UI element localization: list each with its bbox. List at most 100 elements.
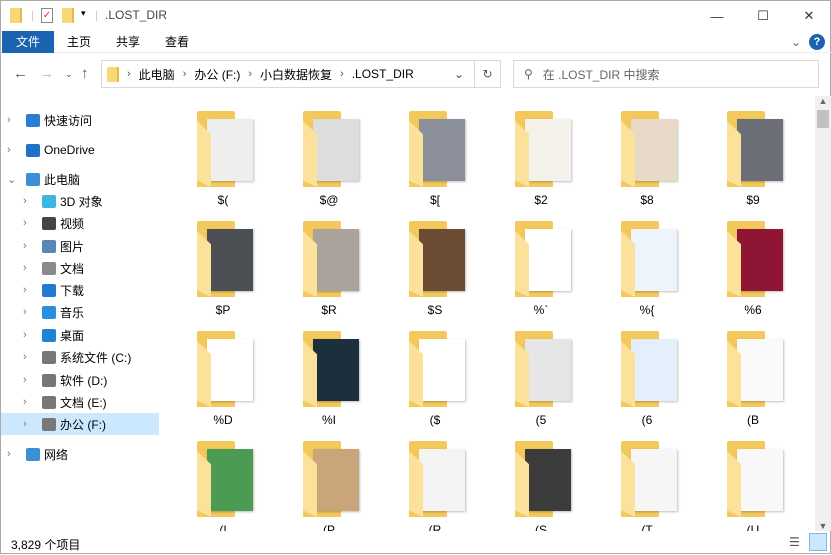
expand-chevron-icon[interactable]: › <box>23 284 27 296</box>
folder-item[interactable]: (R <box>387 441 483 531</box>
folder-item[interactable]: %D <box>175 331 271 437</box>
folder-icon <box>197 441 253 517</box>
chevron-right-icon: › <box>340 68 344 80</box>
folder-item[interactable]: (6 <box>599 331 695 437</box>
expand-chevron-icon[interactable]: ⌄ <box>7 173 16 186</box>
close-button[interactable]: ✕ <box>786 1 831 31</box>
folder-thumbnail <box>525 449 571 511</box>
sidebar-item[interactable]: › 桌面 <box>1 324 159 346</box>
customize-quick-access-icon[interactable]: ▾ <box>81 8 86 19</box>
folder-item[interactable]: $[ <box>387 111 483 217</box>
folder-name: (P <box>323 523 335 531</box>
recent-locations-button[interactable]: ⌄ <box>65 69 73 80</box>
sidebar-item[interactable]: ⌄ 此电脑 <box>1 168 159 190</box>
forward-button[interactable]: → <box>39 65 54 82</box>
folder-thumbnail <box>525 229 571 291</box>
folder-thumbnail <box>313 229 359 291</box>
folder-icon <box>197 111 253 187</box>
folder-item[interactable]: $S <box>387 221 483 327</box>
scroll-down-arrow[interactable]: ▼ <box>815 521 831 531</box>
expand-chevron-icon[interactable]: › <box>23 329 27 341</box>
sidebar-item[interactable]: › 网络 <box>1 443 159 465</box>
sidebar-item[interactable]: › 视频 <box>1 212 159 234</box>
address-bar[interactable]: › 此电脑 › 办公 (F:) › 小白数据恢复 › .LOST_DIR ⌄ <box>101 60 475 88</box>
folder-item[interactable]: (5 <box>493 331 589 437</box>
folder-item[interactable]: %{ <box>599 221 695 327</box>
sidebar-item[interactable]: › 快速访问 <box>1 109 159 131</box>
folder-item[interactable]: $P <box>175 221 271 327</box>
drive-icon <box>42 417 56 431</box>
folder-item[interactable]: $9 <box>705 111 801 217</box>
expand-chevron-icon[interactable]: › <box>23 396 27 408</box>
folder-item[interactable]: %6 <box>705 221 801 327</box>
sidebar-item[interactable]: › 软件 (D:) <box>1 369 159 391</box>
expand-chevron-icon[interactable]: › <box>7 448 11 460</box>
tab-view[interactable]: 查看 <box>155 31 199 53</box>
expand-chevron-icon[interactable]: › <box>23 351 27 363</box>
new-folder-icon[interactable] <box>62 8 74 23</box>
folder-item[interactable]: %I <box>281 331 377 437</box>
large-icons-view-button[interactable] <box>809 533 827 551</box>
folder-item[interactable]: (U <box>705 441 801 531</box>
tab-share[interactable]: 共享 <box>106 31 150 53</box>
sidebar-item[interactable]: › 3D 对象 <box>1 190 159 212</box>
details-view-button[interactable]: ☰ <box>789 535 800 549</box>
scrollbar-thumb[interactable] <box>817 110 829 128</box>
folder-name: (6 <box>641 413 653 427</box>
folder-thumbnail <box>737 119 783 181</box>
sidebar-item[interactable]: › OneDrive <box>1 139 159 161</box>
expand-chevron-icon[interactable]: › <box>23 240 27 252</box>
folder-item[interactable]: (B <box>705 331 801 437</box>
maximize-button[interactable]: ☐ <box>740 1 786 31</box>
folder-name: (I <box>219 523 227 531</box>
scroll-up-arrow[interactable]: ▲ <box>815 96 831 106</box>
expand-chevron-icon[interactable]: › <box>23 374 27 386</box>
properties-icon[interactable]: ✓ <box>41 8 53 23</box>
back-button[interactable]: ← <box>13 65 28 82</box>
folder-item[interactable]: (P <box>281 441 377 531</box>
help-button[interactable]: ? <box>809 34 825 50</box>
sidebar-item[interactable]: › 音乐 <box>1 301 159 323</box>
breadcrumb-recovery[interactable]: 小白数据恢复 <box>260 66 332 83</box>
download-icon <box>42 283 56 297</box>
expand-ribbon-icon[interactable]: ⌄ <box>781 31 811 53</box>
sidebar-item[interactable]: › 办公 (F:) <box>1 413 159 435</box>
breadcrumb-drive-f[interactable]: 办公 (F:) <box>194 66 240 83</box>
folder-thumbnail <box>419 339 465 401</box>
expand-chevron-icon[interactable]: › <box>23 217 27 229</box>
folder-item[interactable]: ($ <box>387 331 483 437</box>
folder-item[interactable]: (S <box>493 441 589 531</box>
breadcrumb-this-pc[interactable]: 此电脑 <box>139 66 175 83</box>
folder-item[interactable]: $@ <box>281 111 377 217</box>
sidebar-item[interactable]: › 图片 <box>1 235 159 257</box>
sidebar-item[interactable]: › 下载 <box>1 279 159 301</box>
folder-item[interactable]: $( <box>175 111 271 217</box>
address-row: ← → ⌄ ↑ › 此电脑 › 办公 (F:) › 小白数据恢复 › .LOST… <box>1 59 831 89</box>
folder-item[interactable]: %` <box>493 221 589 327</box>
folder-item[interactable]: $8 <box>599 111 695 217</box>
expand-chevron-icon[interactable]: › <box>23 195 27 207</box>
folder-thumbnail <box>737 229 783 291</box>
folder-item[interactable]: $R <box>281 221 377 327</box>
search-input[interactable]: ⚲ 在 .LOST_DIR 中搜索 <box>513 60 819 88</box>
expand-chevron-icon[interactable]: › <box>23 418 27 430</box>
expand-chevron-icon[interactable]: › <box>7 144 11 156</box>
folder-item[interactable]: (T <box>599 441 695 531</box>
vertical-scrollbar[interactable]: ▲ ▼ <box>815 96 831 531</box>
sidebar-item[interactable]: › 系统文件 (C:) <box>1 346 159 368</box>
up-button[interactable]: ↑ <box>81 65 89 82</box>
folder-thumbnail <box>207 229 253 291</box>
address-dropdown-icon[interactable]: ⌄ <box>454 67 464 81</box>
expand-chevron-icon[interactable]: › <box>23 262 27 274</box>
refresh-button[interactable]: ↻ <box>475 60 501 88</box>
tab-file[interactable]: 文件 <box>2 31 54 53</box>
sidebar-item[interactable]: › 文档 <box>1 257 159 279</box>
folder-item[interactable]: $2 <box>493 111 589 217</box>
minimize-button[interactable]: — <box>694 1 740 31</box>
breadcrumb-lost-dir[interactable]: .LOST_DIR <box>352 67 414 81</box>
tab-home[interactable]: 主页 <box>57 31 101 53</box>
expand-chevron-icon[interactable]: › <box>7 114 11 126</box>
sidebar-item[interactable]: › 文档 (E:) <box>1 391 159 413</box>
expand-chevron-icon[interactable]: › <box>23 306 27 318</box>
folder-item[interactable]: (I <box>175 441 271 531</box>
